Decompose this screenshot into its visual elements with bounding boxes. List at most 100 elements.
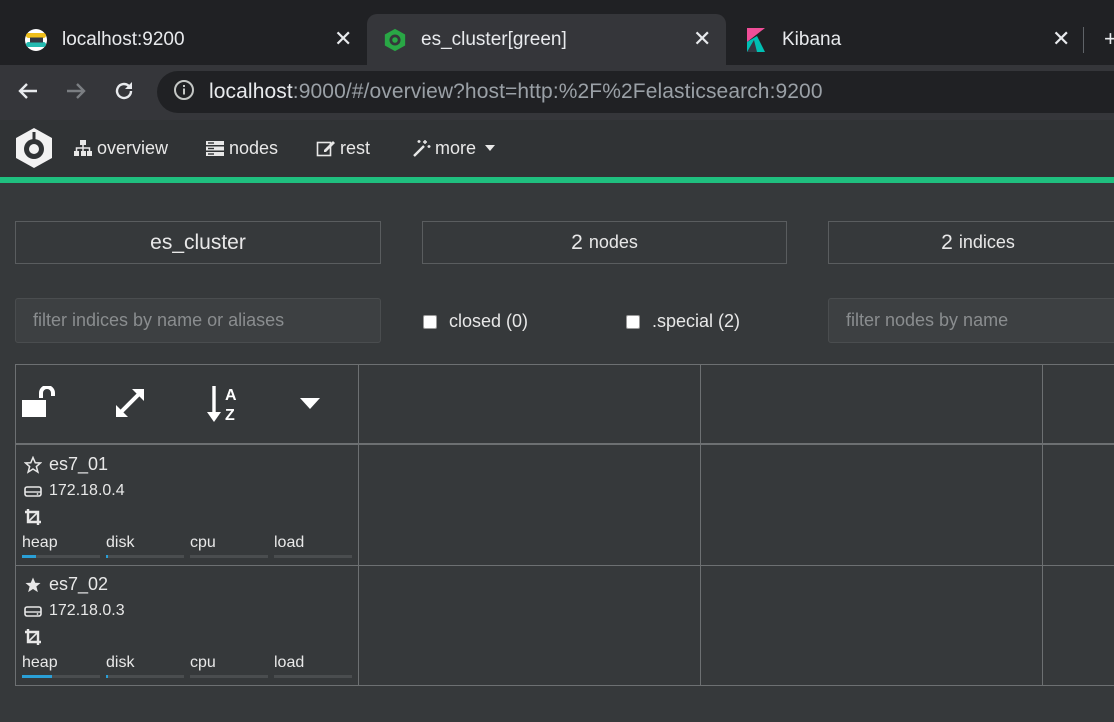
nodes-count: 2 [571, 230, 583, 254]
closed-checkbox[interactable]: closed (0) [423, 311, 528, 332]
nav-label: rest [340, 137, 371, 158]
node-name-row[interactable]: es7_01 [24, 454, 108, 475]
reload-icon[interactable] [112, 79, 136, 108]
metric-cpu-bar [190, 555, 268, 558]
node-ip: 172.18.0.3 [49, 602, 125, 619]
tab-localhost-9200[interactable]: localhost:9200 ✕ [24, 14, 354, 65]
metric-heap-fill [22, 555, 37, 558]
nav-rest[interactable]: rest [316, 137, 370, 159]
metric-disk-label: disk [106, 654, 135, 671]
close-icon[interactable]: ✕ [1052, 26, 1070, 52]
grid-line [15, 364, 1114, 365]
url-host: localhost [209, 80, 293, 103]
indices-count-box: 2 indices [828, 221, 1114, 264]
metric-cpu-bar [190, 675, 268, 678]
filter-indices-input[interactable]: filter indices by name or aliases [15, 298, 381, 343]
node-ip: 172.18.0.4 [49, 482, 125, 499]
grid-line [15, 565, 1114, 566]
star-filled-icon [24, 576, 42, 594]
nav-label: more [435, 137, 477, 158]
tab-separator [1083, 27, 1084, 53]
cluster-name: es_cluster [150, 230, 246, 254]
magic-wand-icon [413, 140, 431, 157]
placeholder: filter nodes by name [846, 310, 1009, 330]
elastic-icon [24, 28, 48, 52]
indices-count: 2 [941, 230, 953, 254]
new-tab-icon[interactable]: + [1104, 26, 1114, 52]
crop-icon[interactable] [24, 628, 42, 646]
metric-heap-label: heap [22, 654, 58, 671]
caret-down-icon [485, 145, 496, 151]
forward-icon[interactable] [64, 79, 88, 108]
metric-disk-bar [106, 675, 184, 678]
nav-nodes[interactable]: nodes [205, 137, 278, 159]
cluster-name-box: es_cluster [15, 221, 381, 264]
metric-load-bar [274, 555, 352, 558]
svg-text:Z: Z [225, 407, 235, 424]
star-outline-icon [24, 455, 42, 474]
nodes-count-box: 2 nodes [422, 221, 787, 264]
grid-line [15, 364, 16, 686]
hdd-icon [24, 604, 42, 618]
checkbox-label: closed (0) [449, 311, 529, 331]
metric-disk-fill [106, 675, 108, 678]
nav-label: nodes [229, 137, 279, 158]
metric-heap-bar [22, 675, 100, 678]
server-icon [206, 141, 224, 156]
nav-more[interactable]: more [411, 137, 500, 159]
checkbox[interactable] [423, 314, 437, 329]
grid-line [15, 685, 1114, 686]
nodes-label: nodes [588, 232, 638, 252]
unlock-icon[interactable] [21, 385, 57, 423]
caret-down-icon[interactable] [299, 397, 321, 416]
address-bar[interactable]: localhost:9000/#/overview?host=http:%2F%… [157, 71, 1114, 113]
node-name: es7_01 [49, 454, 109, 474]
hdd-icon [24, 484, 42, 498]
metric-heap-bar [22, 555, 100, 558]
close-icon[interactable]: ✕ [693, 26, 711, 52]
svg-text:A: A [225, 387, 237, 404]
grid-line [15, 443, 1114, 445]
metric-load-label: load [274, 534, 305, 551]
metric-disk-fill [106, 555, 108, 558]
metric-disk-label: disk [106, 534, 135, 551]
sort-alpha-icon[interactable]: AZ [206, 384, 242, 429]
special-checkbox[interactable]: .special (2) [626, 311, 740, 332]
accent-bar [0, 177, 1114, 183]
metric-load-label: load [274, 654, 305, 671]
metric-load-bar [274, 675, 352, 678]
tab-title: Kibana [782, 28, 842, 50]
metric-heap-label: heap [22, 534, 58, 551]
url-path: :9000/#/overview?host=http:%2F%2Felastic… [292, 80, 823, 103]
placeholder: filter indices by name or aliases [33, 310, 285, 330]
checkbox[interactable] [626, 314, 640, 329]
checkbox-label: .special (2) [652, 311, 741, 331]
tab-es-cluster[interactable]: es_cluster[green] ✕ [367, 14, 726, 65]
nav-overview[interactable]: overview [73, 137, 168, 159]
node-name: es7_02 [49, 574, 109, 594]
grid-line [700, 364, 701, 686]
crop-icon[interactable] [24, 508, 42, 526]
tab-kibana[interactable]: Kibana ✕ [744, 14, 1074, 65]
metric-disk-bar [106, 555, 184, 558]
nav-label: overview [97, 137, 169, 158]
cerebro-icon [383, 28, 407, 52]
tab-title: localhost:9200 [62, 28, 185, 50]
kibana-icon [744, 27, 768, 52]
cerebro-logo-icon[interactable] [14, 127, 54, 174]
expand-icon[interactable] [113, 386, 147, 425]
close-icon[interactable]: ✕ [334, 26, 352, 52]
url-text: localhost:9000/#/overview?host=http:%2F%… [209, 80, 823, 104]
node-ip-row: 172.18.0.4 [24, 482, 125, 500]
node-name-row[interactable]: es7_02 [24, 574, 108, 595]
tab-title: es_cluster[green] [421, 28, 567, 50]
node-ip-row: 172.18.0.3 [24, 602, 125, 620]
filter-nodes-input[interactable]: filter nodes by name [828, 298, 1114, 343]
info-icon[interactable] [173, 79, 195, 106]
metric-cpu-label: cpu [190, 654, 216, 671]
edit-icon [316, 141, 335, 157]
grid-line [1042, 364, 1043, 686]
metric-cpu-label: cpu [190, 534, 216, 551]
back-icon[interactable] [16, 79, 40, 108]
sitemap-icon [74, 140, 92, 156]
